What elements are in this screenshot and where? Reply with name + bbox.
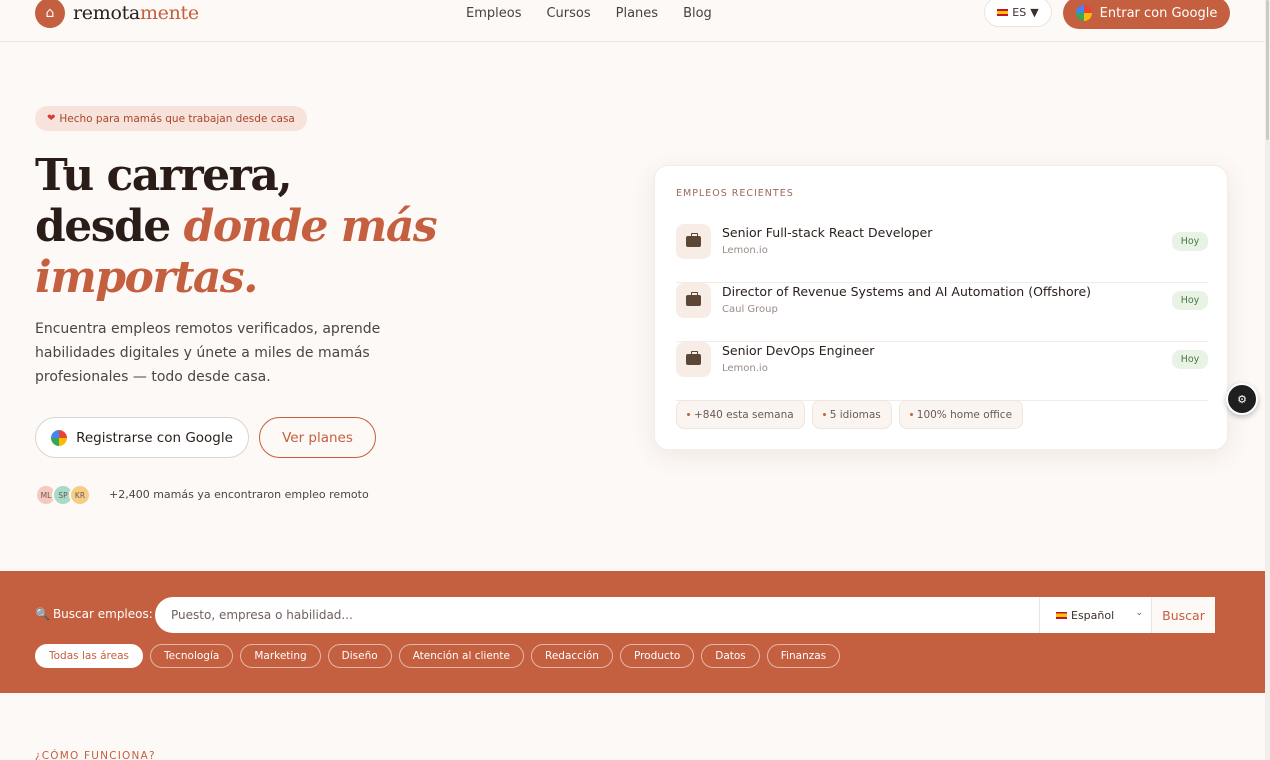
toggle-icon: ⚙ (1237, 392, 1247, 406)
chip-finanzas[interactable]: Finanzas (766, 644, 841, 668)
job-date-badge: Hoy (1172, 291, 1208, 310)
brand-name-suffix: mente (139, 2, 199, 24)
scrollbar-thumb[interactable] (1266, 0, 1269, 140)
hero-title-line1: Tu carrera, (35, 150, 293, 201)
nav-empleos[interactable]: Empleos (466, 6, 521, 21)
heart-icon: ❤ (47, 113, 56, 124)
brand-name-prefix: remota (73, 2, 140, 24)
avatar: KR (69, 484, 91, 506)
brand-name: remotamente (73, 2, 199, 24)
language-switcher[interactable]: ES ▼ (984, 0, 1052, 27)
stat-weekly: +840 esta semana (694, 408, 794, 421)
avatar-group: ML SP KR (35, 484, 91, 506)
language-select[interactable]: Español ⌄ (1039, 597, 1151, 633)
chip-atencion-cliente[interactable]: Atención al cliente (398, 644, 525, 668)
job-title[interactable]: Senior DevOps Engineer (722, 343, 874, 358)
nav-cursos[interactable]: Cursos (546, 6, 590, 21)
chip-marketing[interactable]: Marketing (240, 644, 321, 668)
floating-settings-button[interactable]: ⚙ (1226, 383, 1258, 415)
nav-blog[interactable]: Blog (683, 6, 712, 21)
view-plans-button[interactable]: Ver planes (259, 417, 376, 458)
stat-pill: +840 esta semana (676, 400, 805, 429)
briefcase-icon (676, 224, 711, 259)
site-header: ⌂ remotamente Empleos Cursos Planes Blog… (0, 0, 1265, 42)
job-item[interactable]: Senior DevOps Engineer Lemon.io Hoy (676, 342, 1208, 401)
stat-home-office: 100% home office (916, 408, 1013, 421)
login-google-label: Entrar con Google (1099, 5, 1218, 21)
job-title[interactable]: Senior Full-stack React Developer (722, 225, 932, 240)
register-google-label: Registrarse con Google (76, 429, 233, 446)
chip-todas[interactable]: Todas las áreas (35, 644, 144, 668)
job-company: Lemon.io (722, 363, 768, 374)
search-label: 🔍 Buscar empleos: (35, 607, 153, 621)
stat-pill: 100% home office (898, 400, 1024, 429)
social-proof-text: +2,400 mamás ya encontraron empleo remot… (109, 488, 369, 501)
chip-datos[interactable]: Datos (701, 644, 760, 668)
spain-flag-icon (1056, 611, 1067, 619)
job-company: Lemon.io (722, 245, 768, 256)
job-item[interactable]: Director of Revenue Systems and AI Autom… (676, 283, 1208, 342)
search-input[interactable] (171, 597, 1031, 633)
how-it-works-label: ¿CÓMO FUNCIONA? (35, 750, 156, 760)
job-date-badge: Hoy (1172, 232, 1208, 251)
language-code: ES (1012, 5, 1027, 19)
brand-logo[interactable]: ⌂ remotamente (35, 0, 199, 28)
category-chips: Todas las áreas Tecnología Marketing Dis… (35, 644, 841, 668)
google-icon (1075, 5, 1092, 21)
job-company: Caul Group (722, 304, 778, 315)
register-google-button[interactable]: Registrarse con Google (35, 417, 249, 458)
stat-languages: 5 idiomas (829, 408, 881, 421)
chip-diseno[interactable]: Diseño (327, 644, 392, 668)
hero-subtitle: Encuentra empleos remotos verificados, a… (35, 321, 381, 385)
job-title[interactable]: Director of Revenue Systems and AI Autom… (722, 284, 1091, 299)
chip-tecnologia[interactable]: Tecnología (150, 644, 234, 668)
magnifier-icon: 🔍 (35, 607, 50, 621)
job-stats: +840 esta semana 5 idiomas 100% home off… (676, 400, 1024, 429)
stat-pill: 5 idiomas (811, 400, 892, 429)
nav-planes[interactable]: Planes (616, 6, 658, 21)
chip-producto[interactable]: Producto (619, 644, 695, 668)
chevron-down-icon: ⌄ (1135, 608, 1143, 618)
spain-flag-icon (997, 8, 1009, 16)
login-google-button[interactable]: Entrar con Google (1063, 0, 1230, 29)
chip-redaccion[interactable]: Redacción (531, 644, 613, 668)
hero-badge-text: Hecho para mamás que trabajan desde casa (59, 112, 295, 125)
hero-title-emphasis: donde más (183, 201, 438, 252)
job-item[interactable]: Senior Full-stack React Developer Lemon.… (676, 224, 1208, 283)
search-bar: Español ⌄ Buscar (155, 597, 1215, 633)
google-icon (51, 429, 68, 446)
briefcase-icon (676, 283, 711, 318)
language-select-value: Español (1071, 608, 1115, 622)
search-button[interactable]: Buscar (1151, 597, 1215, 633)
hero-badge: ❤ Hecho para mamás que trabajan desde ca… (35, 106, 307, 131)
hero-title: Tu carrera, desde donde más importas. (35, 150, 438, 303)
briefcase-icon (676, 342, 711, 377)
home-icon: ⌂ (35, 0, 65, 28)
job-date-badge: Hoy (1172, 350, 1208, 369)
job-search-band: 🔍 Buscar empleos: Español ⌄ Buscar Todas… (0, 571, 1265, 693)
recent-jobs-label: EMPLEOS RECIENTES (676, 188, 794, 199)
chevron-down-icon: ▼ (1030, 5, 1039, 19)
hero-title-line2: desde (35, 201, 184, 252)
recent-jobs-card: EMPLEOS RECIENTES Senior Full-stack Reac… (654, 165, 1228, 450)
hero-title-line3: importas. (35, 252, 259, 303)
main-nav: Empleos Cursos Planes Blog (466, 6, 737, 21)
search-label-text: Buscar empleos: (52, 607, 153, 621)
